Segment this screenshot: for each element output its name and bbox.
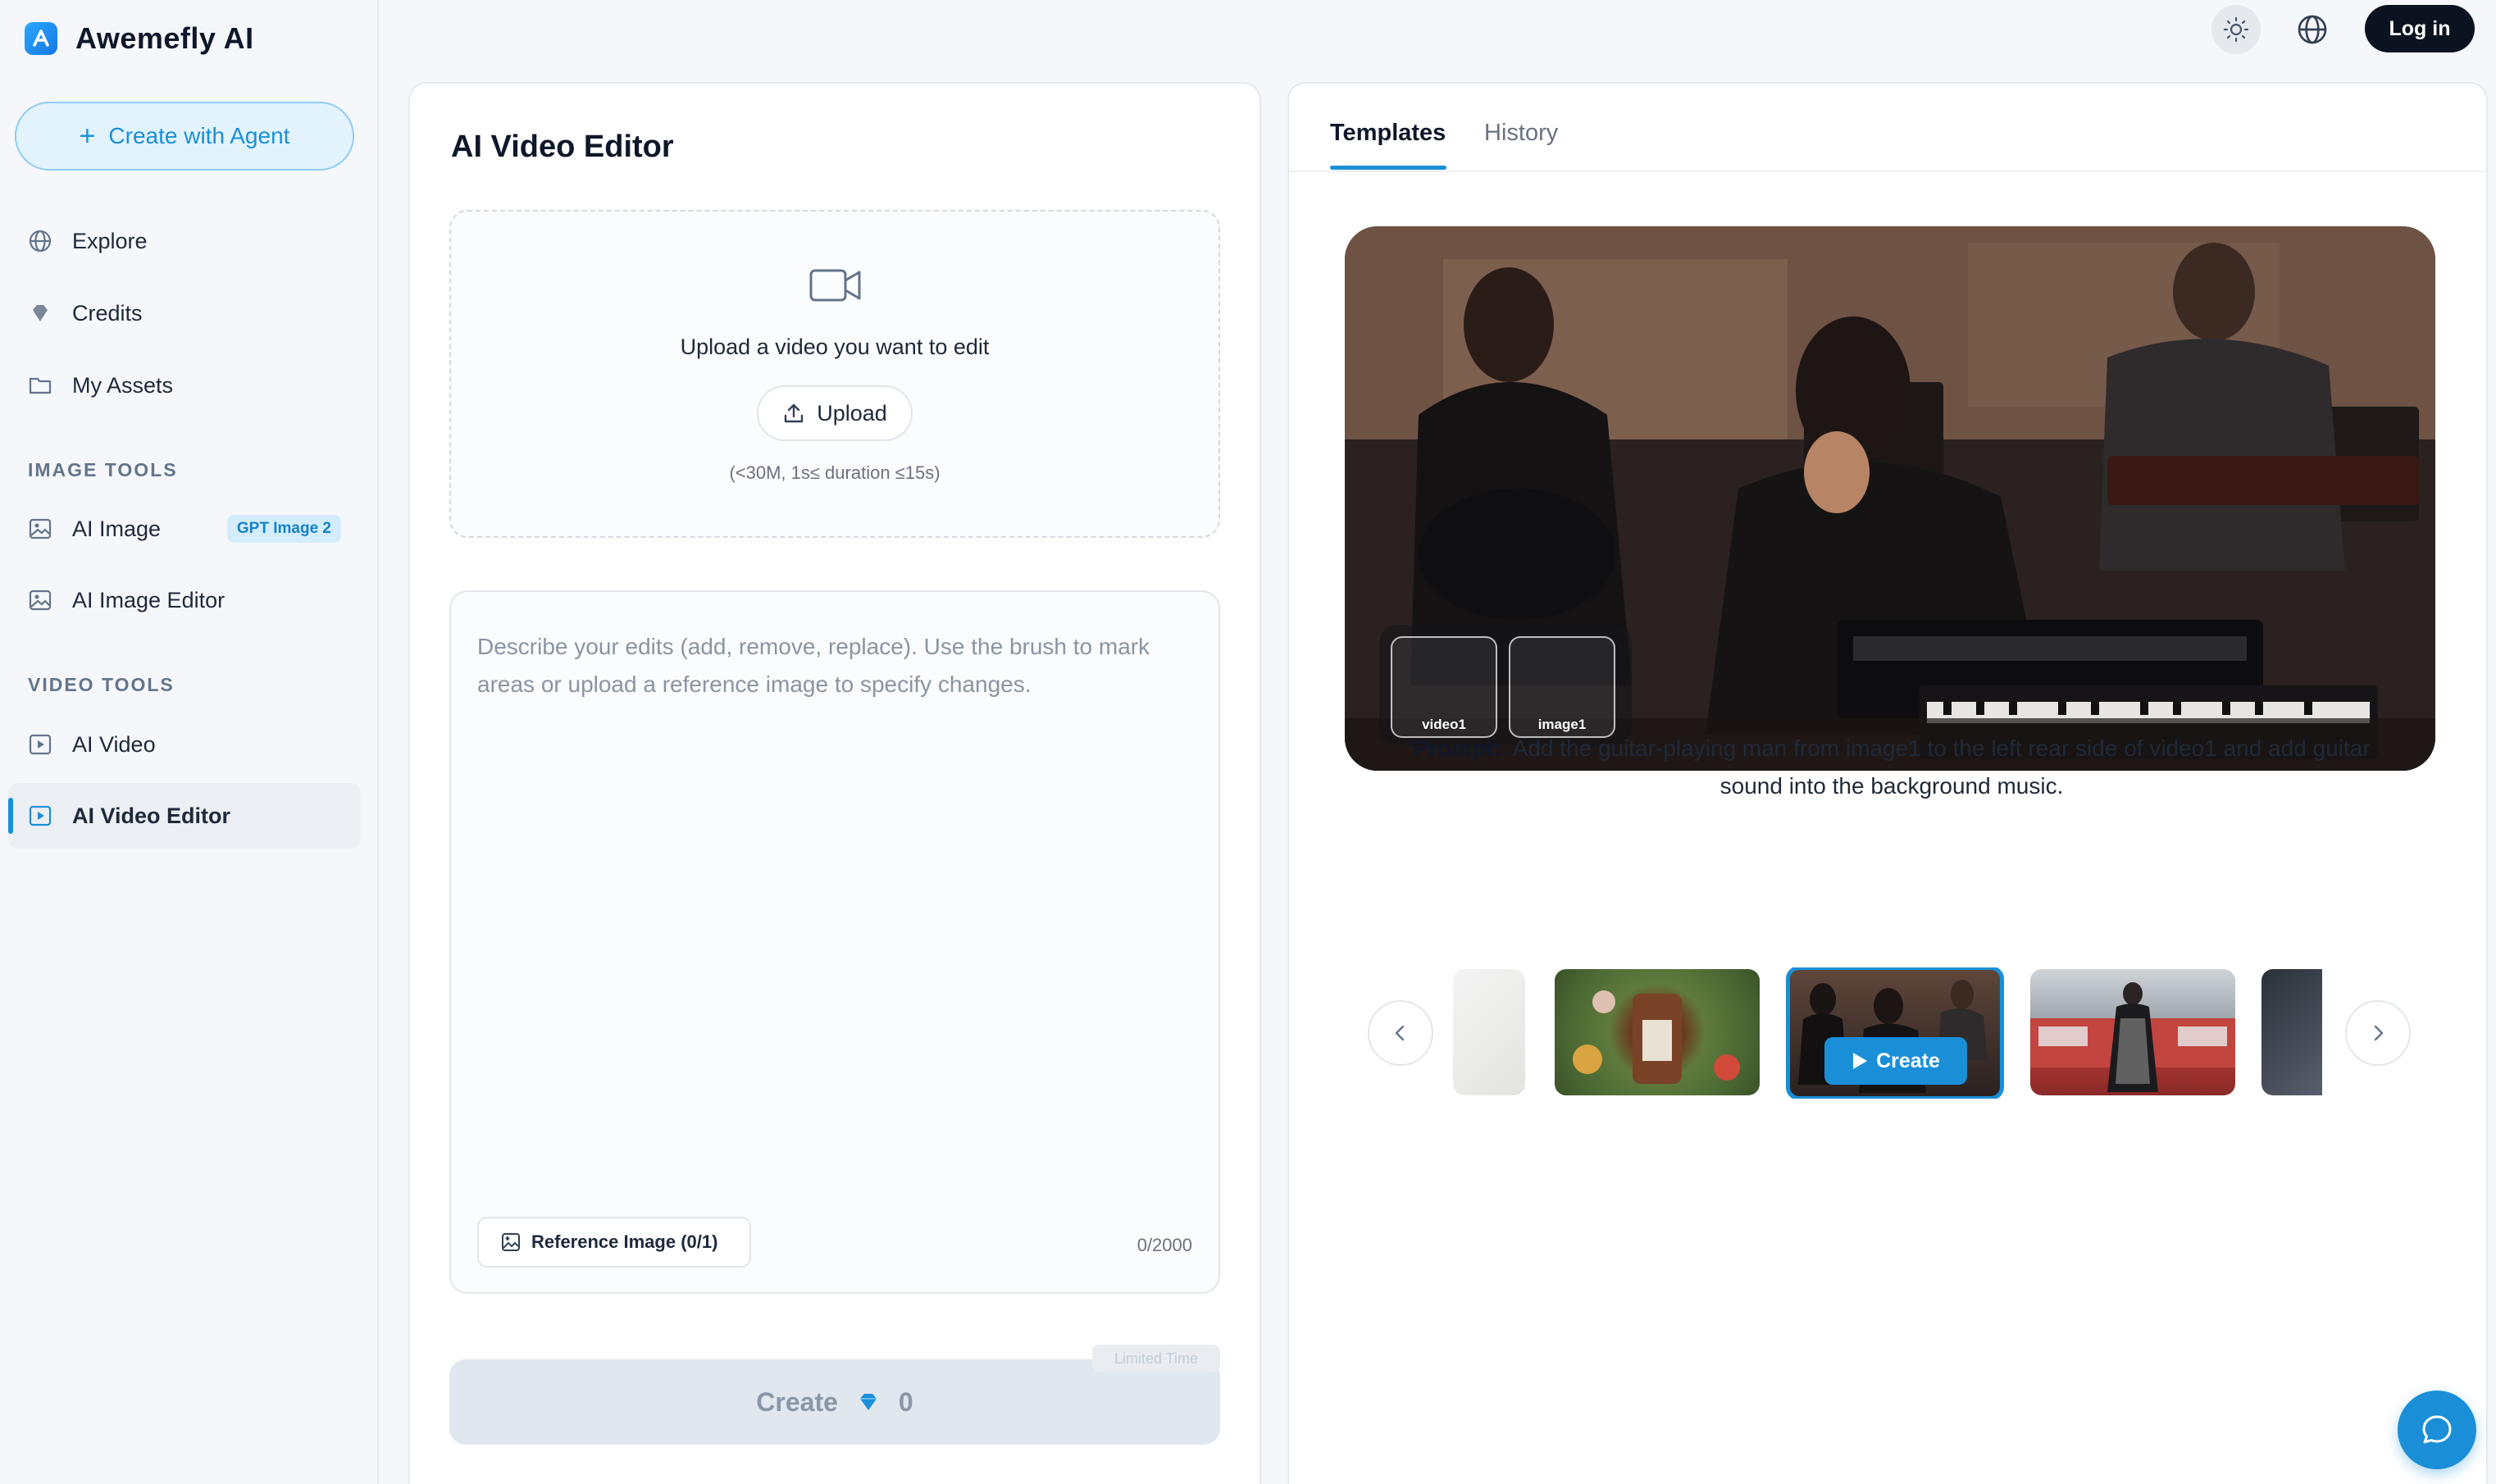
- diamond-icon: [859, 1394, 877, 1410]
- image-tools-heading: IMAGE TOOLS: [28, 459, 178, 480]
- language-button[interactable]: [2288, 5, 2337, 54]
- template-create-button[interactable]: Create: [1824, 1037, 1967, 1085]
- template-preview-video[interactable]: video1 image1: [1345, 226, 2435, 771]
- folder-icon: [29, 377, 52, 394]
- brand-name: Awemefly AI: [75, 21, 254, 55]
- create-with-agent-button[interactable]: + Create with Agent: [15, 102, 354, 171]
- sidebar: Awemefly AI + Create with Agent Explore …: [0, 0, 379, 1484]
- plus-icon: +: [79, 121, 96, 152]
- globe-icon: [2298, 15, 2327, 44]
- upload-icon: [785, 403, 804, 423]
- video-upload-dropzone[interactable]: Upload a video you want to edit Upload (…: [449, 210, 1220, 538]
- create-cost: 0: [898, 1386, 913, 1417]
- editor-panel: AI Video Editor Upload a video you want …: [408, 82, 1261, 1484]
- image-edit-icon: [29, 590, 52, 611]
- brand-logo-icon: [25, 22, 57, 55]
- template-thumbnail[interactable]: [2261, 969, 2322, 1095]
- edit-prompt-textarea[interactable]: Describe your edits (add, remove, replac…: [449, 590, 1220, 1294]
- diamond-icon: [33, 305, 48, 321]
- carousel-next-button[interactable]: [2345, 1000, 2411, 1066]
- chevron-left-icon: [1395, 1025, 1405, 1041]
- chevron-right-icon: [2374, 1025, 2384, 1041]
- upload-button[interactable]: Upload: [757, 385, 913, 441]
- subway-fashion-image: [2030, 982, 2235, 1092]
- sidebar-item-label: AI Video: [72, 731, 156, 757]
- sidebar-item-label: AI Image Editor: [72, 587, 225, 612]
- reference-image-button[interactable]: Reference Image (0/1): [477, 1217, 751, 1268]
- sidebar-item-ai-image-editor[interactable]: AI Image Editor: [8, 567, 361, 633]
- character-count: 0/2000: [1136, 1235, 1192, 1255]
- create-with-agent-label: Create with Agent: [108, 123, 290, 148]
- sidebar-item-label: AI Image: [72, 516, 162, 541]
- sidebar-item-ai-image[interactable]: AI Image GPT Image 2: [8, 496, 361, 562]
- sidebar-item-label: Credits: [72, 300, 143, 325]
- image-icon: [29, 518, 52, 539]
- play-icon: [1853, 1053, 1868, 1069]
- brand[interactable]: Awemefly AI: [25, 21, 254, 56]
- sidebar-item-ai-video-editor[interactable]: AI Video Editor: [8, 783, 361, 849]
- sun-icon: [2223, 16, 2249, 43]
- reference-image-label: Reference Image (0/1): [531, 1231, 718, 1252]
- template-tabs: Templates History: [1289, 84, 2486, 172]
- gpt-image-badge: GPT Image 2: [226, 515, 341, 543]
- template-carousel: Create: [1453, 967, 2322, 1099]
- video1-thumbnail[interactable]: video1: [1391, 636, 1497, 738]
- login-button[interactable]: Log in: [2365, 5, 2475, 52]
- globe-icon: [29, 230, 52, 253]
- sidebar-item-explore[interactable]: Explore: [8, 208, 361, 274]
- limited-time-tag: Limited Time: [1092, 1345, 1220, 1372]
- prompt-text: Add the guitar-playing man from image1 t…: [1512, 735, 2371, 799]
- chat-bubble-icon: [2422, 1415, 2452, 1444]
- sidebar-item-ai-video[interactable]: AI Video: [8, 712, 361, 777]
- prompt-placeholder: Describe your edits (add, remove, replac…: [477, 634, 1150, 697]
- product-bottle-image: [1573, 990, 1740, 1084]
- template-prompt: Prompt: Add the guitar-playing man from i…: [1379, 730, 2404, 805]
- page-title: AI Video Editor: [451, 130, 674, 164]
- template-thumbnail[interactable]: [1453, 969, 1525, 1095]
- sidebar-item-my-assets[interactable]: My Assets: [8, 353, 361, 418]
- chat-support-button[interactable]: [2398, 1391, 2476, 1469]
- image1-thumbnail[interactable]: image1: [1509, 636, 1615, 738]
- upload-instruction: Upload a video you want to edit: [680, 335, 990, 359]
- templates-panel: Templates History video1 image1 Prompt: …: [1287, 82, 2488, 1484]
- template-thumbnail[interactable]: [1555, 969, 1760, 1095]
- sidebar-item-label: My Assets: [72, 372, 174, 398]
- video-tools-heading: VIDEO TOOLS: [28, 674, 175, 695]
- image-add-icon: [502, 1233, 520, 1251]
- theme-toggle-button[interactable]: [2211, 5, 2261, 54]
- template-create-label: Create: [1876, 1049, 1940, 1072]
- carousel-prev-button[interactable]: [1368, 1000, 1433, 1066]
- upload-hint: (<30M, 1s≤ duration ≤15s): [729, 462, 941, 483]
- video-play-icon: [29, 805, 52, 826]
- upload-button-label: Upload: [817, 400, 887, 426]
- sidebar-item-label: Explore: [72, 228, 148, 253]
- template-thumbnail-selected[interactable]: Create: [1786, 967, 2004, 1099]
- video-camera-icon: [809, 269, 861, 302]
- tab-templates[interactable]: Templates: [1330, 120, 1446, 147]
- template-thumbnail[interactable]: [2030, 969, 2235, 1095]
- sidebar-item-credits[interactable]: Credits: [8, 280, 361, 346]
- create-button-label: Create: [756, 1386, 838, 1417]
- active-tab-indicator: [1330, 166, 1446, 170]
- tab-history[interactable]: History: [1484, 120, 1558, 147]
- input-thumbnails: video1 image1: [1379, 625, 1632, 746]
- sidebar-item-label: AI Video Editor: [72, 803, 231, 828]
- video-play-icon: [29, 734, 52, 755]
- prompt-label: Prompt:: [1413, 735, 1501, 761]
